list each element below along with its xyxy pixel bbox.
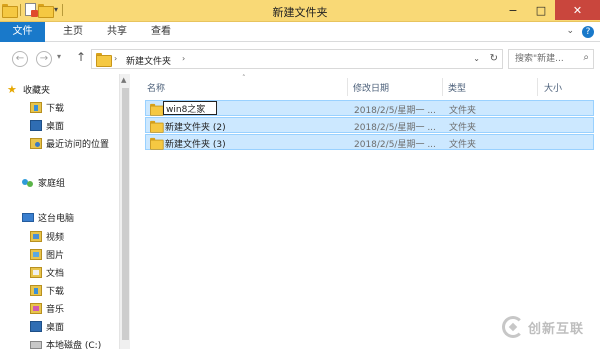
music-icon [30, 303, 42, 314]
date-modified-cell: 2018/2/5/星期一 ... [354, 140, 436, 150]
sidebar-item-desktop[interactable]: 桌面 [30, 117, 64, 134]
recent-places-icon [30, 138, 42, 149]
file-row[interactable]: 新建文件夹 (2) 2018/2/5/星期一 ... 文件夹 [145, 117, 594, 133]
column-header-type[interactable]: 类型 [448, 81, 466, 94]
breadcrumb-current[interactable]: 新建文件夹 [126, 54, 171, 67]
sidebar-item-label: 桌面 [46, 122, 65, 132]
downloads-icon [30, 102, 42, 113]
ribbon-controls: ⌄ ? [566, 26, 594, 38]
column-header-date-modified[interactable]: 修改日期 [353, 81, 389, 94]
column-divider[interactable] [347, 78, 348, 96]
navigation-bar: ← → ▾ ↑ › 新建文件夹 › ⌄ ↻ ⌕ [0, 42, 600, 74]
sidebar-item-homegroup[interactable]: 家庭组 [22, 174, 65, 191]
homegroup-icon [22, 177, 34, 188]
folder-icon [150, 137, 164, 150]
sidebar-item-label: 家庭组 [38, 179, 66, 189]
desktop-icon [30, 321, 42, 332]
sidebar-item-documents[interactable]: 文档 [30, 264, 64, 281]
search-box[interactable]: ⌕ [508, 49, 594, 69]
help-icon[interactable]: ? [582, 26, 594, 38]
column-header-name[interactable]: 名称 [147, 81, 165, 94]
type-cell: 文件夹 [449, 123, 477, 133]
computer-icon [22, 213, 34, 222]
sidebar-item-label: 音乐 [46, 305, 65, 315]
sidebar-item-pictures[interactable]: 图片 [30, 246, 64, 263]
navigation-pane: ★ 收藏夹 下载 桌面 最近访问的位置 家庭组 这台电脑 视频 图片 文档 下载… [0, 74, 118, 349]
file-row[interactable]: 2018/2/5/星期一 ... 文件夹 [145, 100, 594, 116]
folder-icon [96, 53, 112, 67]
breadcrumb-separator[interactable]: › [114, 54, 117, 63]
tab-share[interactable]: 共享 [96, 22, 138, 42]
back-button[interactable]: ← [12, 51, 28, 67]
sidebar-item-label: 这台电脑 [38, 214, 75, 224]
sidebar-item-local-disk-c[interactable]: 本地磁盘 (C:) [30, 336, 101, 349]
hard-drive-icon [30, 340, 42, 349]
sidebar-item-label: 本地磁盘 (C:) [46, 341, 102, 349]
date-modified-cell: 2018/2/5/星期一 ... [354, 123, 436, 133]
star-icon: ★ [7, 83, 17, 96]
rename-input[interactable] [163, 101, 217, 115]
search-input[interactable] [509, 50, 577, 68]
tab-file[interactable]: 文件 [0, 22, 45, 42]
column-divider[interactable] [442, 78, 443, 96]
sidebar-item-videos[interactable]: 视频 [30, 228, 64, 245]
sidebar-item-recent-places[interactable]: 最近访问的位置 [30, 135, 109, 152]
search-icon[interactable]: ⌕ [583, 52, 589, 63]
sidebar-item-label: 最近访问的位置 [46, 140, 110, 150]
name-cell: 新建文件夹 (3) [165, 140, 226, 150]
file-list: ˄ 名称 修改日期 类型 大小 2018/2/5/星期一 ... 文件夹 新建文… [131, 74, 600, 349]
forward-button[interactable]: → [36, 51, 52, 67]
sidebar-item-label: 文档 [46, 269, 65, 279]
sidebar-item-downloads[interactable]: 下载 [30, 99, 64, 116]
logo-icon [502, 316, 524, 338]
downloads-icon [30, 285, 42, 296]
address-dropdown-icon[interactable]: ⌄ [473, 54, 480, 63]
sidebar-item-favorites[interactable]: ★ 收藏夹 [7, 81, 50, 98]
navigation-pane-scrollbar[interactable]: ▲ [119, 74, 130, 349]
date-modified-cell: 2018/2/5/星期一 ... [354, 106, 436, 116]
sort-ascending-icon: ˄ [242, 74, 246, 82]
breadcrumb-separator[interactable]: › [182, 54, 185, 63]
folder-icon [150, 103, 164, 116]
pictures-icon [30, 249, 42, 260]
type-cell: 文件夹 [449, 106, 477, 116]
scrollbar-thumb[interactable] [122, 88, 129, 340]
type-cell: 文件夹 [449, 140, 477, 150]
tab-home[interactable]: 主页 [52, 22, 94, 42]
address-bar[interactable]: › 新建文件夹 › ⌄ ↻ [91, 49, 503, 69]
refresh-icon[interactable]: ↻ [490, 53, 498, 64]
sidebar-item-this-pc[interactable]: 这台电脑 [22, 209, 74, 226]
tab-view[interactable]: 查看 [140, 22, 182, 42]
sidebar-item-label: 下载 [46, 287, 65, 297]
sidebar-item-label: 下载 [46, 104, 65, 114]
maximize-button[interactable]: □ [527, 0, 555, 20]
sidebar-item-music[interactable]: 音乐 [30, 300, 64, 317]
recent-locations-dropdown[interactable]: ▾ [57, 52, 61, 61]
column-divider[interactable] [537, 78, 538, 96]
documents-icon [30, 267, 42, 278]
ribbon-tabs: 文件 主页 共享 查看 ⌄ ? [0, 22, 600, 42]
folder-icon [150, 120, 164, 133]
sidebar-item-label: 视频 [46, 233, 65, 243]
watermark-text: 创新互联 [528, 321, 585, 337]
title-bar: ▾ 新建文件夹 − □ ✕ [0, 0, 600, 22]
scroll-up-arrow-icon[interactable]: ▲ [121, 76, 126, 84]
desktop-icon [30, 120, 42, 131]
minimize-button[interactable]: − [499, 0, 527, 20]
watermark: 创新互联 [502, 316, 584, 338]
file-row[interactable]: 新建文件夹 (3) 2018/2/5/星期一 ... 文件夹 [145, 134, 594, 150]
expand-ribbon-icon[interactable]: ⌄ [566, 26, 574, 38]
close-button[interactable]: ✕ [555, 0, 600, 20]
sidebar-item-label: 收藏夹 [23, 86, 51, 96]
column-header-size[interactable]: 大小 [544, 81, 562, 94]
sidebar-item-downloads-pc[interactable]: 下载 [30, 282, 64, 299]
sidebar-item-label: 桌面 [46, 323, 65, 333]
sidebar-item-label: 图片 [46, 251, 65, 261]
up-button[interactable]: ↑ [76, 50, 86, 64]
window-controls: − □ ✕ [499, 0, 600, 20]
videos-icon [30, 231, 42, 242]
sidebar-item-desktop-pc[interactable]: 桌面 [30, 318, 64, 335]
name-cell: 新建文件夹 (2) [165, 123, 226, 133]
